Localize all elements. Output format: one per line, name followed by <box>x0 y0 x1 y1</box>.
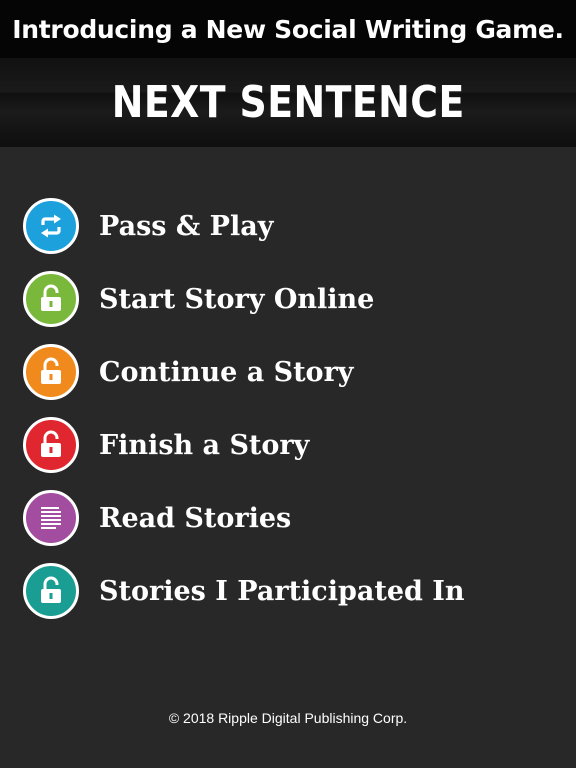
continue-story-button[interactable]: Continue a Story <box>23 341 563 403</box>
read-stories-button[interactable]: Read Stories <box>23 487 563 549</box>
app-header: NEXT SENTENCE <box>0 58 576 147</box>
copyright-footer: © 2018 Ripple Digital Publishing Corp. <box>168 710 408 726</box>
top-banner: Introducing a New Social Writing Game. <box>0 0 576 58</box>
menu-item-label: Stories I Participated In <box>99 575 465 607</box>
stories-participated-button[interactable]: Stories I Participated In <box>23 560 563 622</box>
menu-item-label: Start Story Online <box>99 283 375 315</box>
banner-text: Introducing a New Social Writing Game. <box>12 14 564 44</box>
menu-item-label: Continue a Story <box>99 356 354 388</box>
document-lines-icon <box>23 490 79 546</box>
app-title: NEXT SENTENCE <box>111 77 465 128</box>
main-menu: Pass & Play Start Story Online Continue … <box>23 195 563 633</box>
menu-item-label: Pass & Play <box>99 210 274 242</box>
pass-and-play-button[interactable]: Pass & Play <box>23 195 563 257</box>
unlock-icon <box>23 417 79 473</box>
finish-story-button[interactable]: Finish a Story <box>23 414 563 476</box>
menu-item-label: Read Stories <box>99 502 292 534</box>
unlock-icon <box>23 344 79 400</box>
menu-item-label: Finish a Story <box>99 429 310 461</box>
refresh-icon <box>23 198 79 254</box>
unlock-icon <box>23 563 79 619</box>
unlock-icon <box>23 271 79 327</box>
start-story-online-button[interactable]: Start Story Online <box>23 268 563 330</box>
